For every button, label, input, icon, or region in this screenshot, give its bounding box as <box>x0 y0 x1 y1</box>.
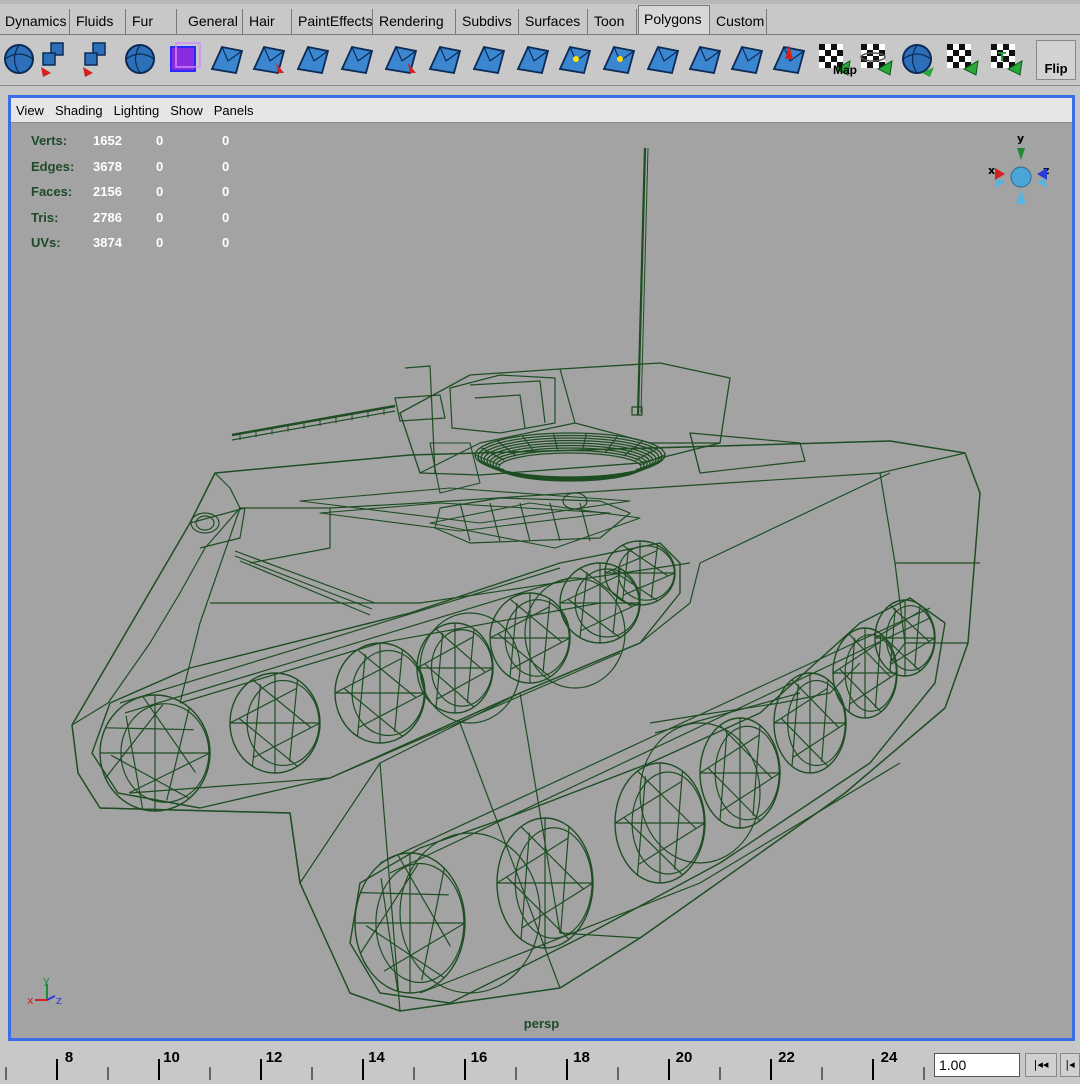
hud-value: 0 <box>156 184 164 200</box>
spherical-map-icon[interactable] <box>898 39 936 79</box>
heads-up-poly-count: Verts: 1652 0 0 Edges: 3678 0 0 Faces: 2156 0 0 Tris… <box>31 128 262 256</box>
hud-value: 0 <box>222 184 230 200</box>
separate-icon[interactable] <box>79 39 117 79</box>
sphere-poly-icon[interactable] <box>0 39 38 79</box>
axis-y-label: y <box>43 976 50 987</box>
poke-icon[interactable] <box>382 39 420 79</box>
time-tick-label: 8 <box>64 1049 74 1066</box>
axis-x-label: x <box>27 994 34 1007</box>
panel-menu-shading[interactable]: Shading <box>50 103 108 118</box>
hud-value: 0 <box>156 235 164 251</box>
hud-value: 0 <box>222 158 230 174</box>
flip-button[interactable]: Flip <box>1036 40 1076 80</box>
shelf-tab-bar: Dynamics Fluids Fur General Hair PaintEffects… <box>0 0 1080 35</box>
time-tick-label: 10 <box>163 1049 180 1066</box>
quadrangulate-icon[interactable] <box>728 39 766 79</box>
split-poly-icon[interactable] <box>250 39 288 79</box>
camera-name-label: persp <box>523 1016 560 1031</box>
hud-value: 3874 <box>93 235 122 251</box>
tool-shelf: Flip T Map <box>0 35 1080 86</box>
panel-menu-panels[interactable]: Panels <box>209 103 259 118</box>
bevel-icon[interactable] <box>294 39 332 79</box>
panel-menu-view[interactable]: View <box>11 103 49 118</box>
hud-label: Verts: <box>31 133 68 149</box>
merge-edge-icon[interactable] <box>600 39 638 79</box>
hud-value: 0 <box>156 133 164 149</box>
time-tick-label: 18 <box>573 1049 590 1066</box>
time-tick-label: 14 <box>368 1049 385 1066</box>
hud-value: 2786 <box>93 209 122 225</box>
extract-icon[interactable] <box>514 39 552 79</box>
tab-dynamics[interactable]: Dynamics <box>0 9 70 34</box>
time-tick-label: 22 <box>778 1049 795 1066</box>
cylindrical-map-icon[interactable] <box>856 39 894 79</box>
merge-vertex-icon[interactable] <box>556 39 594 79</box>
compass-y-label: y <box>1017 132 1024 145</box>
tab-general[interactable]: General <box>183 9 243 34</box>
hud-value: 3678 <box>93 158 122 174</box>
flip-label: Flip <box>1044 61 1068 76</box>
tab-painteffects[interactable]: PaintEffects <box>293 9 373 34</box>
chamfer-icon[interactable] <box>426 39 464 79</box>
collapse-icon[interactable] <box>644 39 682 79</box>
time-tick-label: 12 <box>265 1049 283 1066</box>
rewind-button[interactable]: |◂◂ <box>1025 1053 1057 1077</box>
hud-label: Tris: <box>31 209 59 225</box>
current-time-field[interactable] <box>934 1053 1020 1077</box>
panel-menu-bar: View Shading Lighting Show Panels <box>11 98 1072 123</box>
step-back-button[interactable]: |◂ <box>1060 1053 1080 1077</box>
cube-icon[interactable] <box>165 39 203 79</box>
duplicate-face-icon[interactable] <box>470 39 508 79</box>
hud-value: 0 <box>222 133 230 149</box>
hud-row: Tris: 2786 0 0 <box>31 205 262 231</box>
compass-x-label: x <box>988 164 995 177</box>
time-tick-label: 16 <box>470 1049 488 1066</box>
uv-layout-icon[interactable]: T <box>986 39 1024 79</box>
hud-value: 2156 <box>93 184 122 200</box>
tab-hair[interactable]: Hair <box>244 9 292 34</box>
hud-row: Verts: 1652 0 0 <box>31 128 262 154</box>
hud-label: Faces: <box>31 184 73 200</box>
hud-value: 0 <box>156 158 164 174</box>
hud-row: Faces: 2156 0 0 <box>31 179 262 205</box>
time-tick-label: 24 <box>880 1049 898 1066</box>
panel-menu-show[interactable]: Show <box>165 103 208 118</box>
hud-row: UVs: 3874 0 0 <box>31 230 262 256</box>
auto-map-icon[interactable] <box>942 39 980 79</box>
hud-row: Edges: 3678 0 0 <box>31 154 262 180</box>
tab-polygons[interactable]: Polygons <box>638 5 710 34</box>
tab-rendering[interactable]: Rendering <box>374 9 456 34</box>
hud-value: 0 <box>222 209 230 225</box>
extrude-face-icon[interactable] <box>208 39 246 79</box>
combine-icon[interactable] <box>37 39 75 79</box>
create-poly-icon[interactable] <box>770 39 808 79</box>
hud-label: UVs: <box>31 235 61 251</box>
tab-fluids[interactable]: Fluids <box>71 9 126 34</box>
view-compass-icon[interactable]: y x z <box>979 132 1049 217</box>
svg-text:T: T <box>998 50 1007 64</box>
smooth-sphere-icon[interactable] <box>121 39 159 79</box>
wireframe-scene[interactable] <box>11 123 1072 1013</box>
hud-value: 0 <box>222 235 230 251</box>
hud-value: 0 <box>156 209 164 225</box>
time-slider[interactable]: 8 10 12 14 16 18 20 22 24 <box>0 1043 930 1080</box>
hud-label: Edges: <box>31 158 75 174</box>
axis-z-label: z <box>56 994 62 1007</box>
tab-subdivs[interactable]: Subdivs <box>457 9 519 34</box>
tab-fur[interactable]: Fur <box>127 9 177 34</box>
tab-toon[interactable]: Toon <box>589 9 637 34</box>
perspective-viewport[interactable]: View Shading Lighting Show Panels Verts: 1652… <box>8 95 1075 1041</box>
tab-surfaces[interactable]: Surfaces <box>520 9 588 34</box>
tab-custom[interactable]: Custom <box>711 9 767 34</box>
hud-value: 1652 <box>93 133 122 149</box>
wedge-face-icon[interactable] <box>338 39 376 79</box>
subdivide-icon[interactable] <box>686 39 724 79</box>
panel-menu-lighting[interactable]: Lighting <box>109 103 165 118</box>
time-tick-label: 20 <box>675 1049 693 1066</box>
map-tool-label: Map <box>833 63 857 77</box>
